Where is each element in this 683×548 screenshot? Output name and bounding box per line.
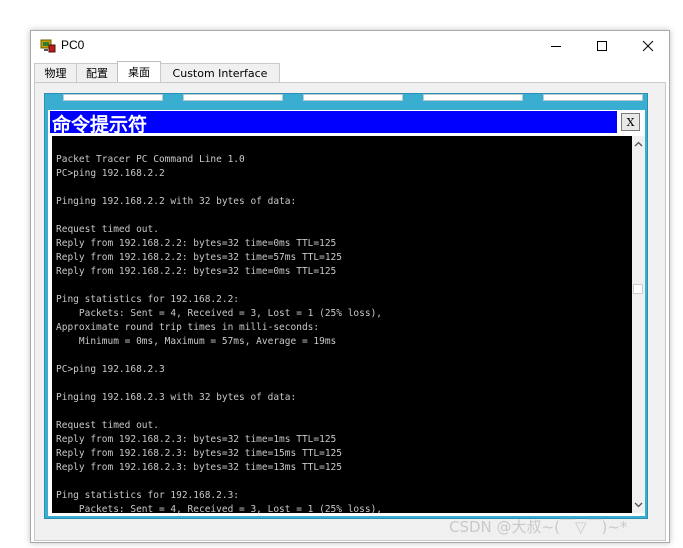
pc0-window: PC0 物理 配置 桌面 Custom Interface 命令提示符 X Pa… [30,30,670,543]
window-title: PC0 [61,38,85,52]
close-button[interactable] [625,31,671,61]
scroll-track[interactable] [632,152,645,497]
desktop-app-icon[interactable] [543,94,643,101]
tab-config[interactable]: 配置 [76,63,118,82]
desktop-app-icon[interactable] [423,94,523,101]
terminal-text: Packet Tracer PC Command Line 1.0 PC>pin… [56,154,383,513]
window-titlebar[interactable]: PC0 [31,31,669,61]
desktop-app-icon[interactable] [303,94,403,101]
scroll-up-button[interactable] [632,136,645,152]
desktop-app-icon[interactable] [63,94,163,101]
close-icon [642,40,654,52]
packet-tracer-pc-icon [40,38,56,54]
scroll-down-button[interactable] [632,497,645,513]
desktop-app-icon[interactable] [183,94,283,101]
maximize-button[interactable] [579,31,625,61]
chevron-up-icon [634,141,643,147]
tab-desktop[interactable]: 桌面 [117,61,161,82]
command-prompt-window: 命令提示符 X Packet Tracer PC Command Line 1.… [48,110,645,516]
maximize-icon [597,41,607,51]
tab-strip: 物理 配置 桌面 Custom Interface [34,61,280,83]
command-prompt-close-button[interactable]: X [621,113,640,131]
minimize-button[interactable] [533,31,579,61]
tab-custom-interface[interactable]: Custom Interface [160,63,280,82]
terminal-scrollbar[interactable] [632,136,645,513]
minimize-icon [551,46,561,47]
csdn-watermark: CSDN @大叔~(￣▽￣)~* [449,518,628,536]
scroll-thumb[interactable] [633,284,643,294]
command-prompt-titlebar[interactable]: 命令提示符 [50,111,617,136]
tab-physical[interactable]: 物理 [34,63,77,82]
terminal-output[interactable]: Packet Tracer PC Command Line 1.0 PC>pin… [52,136,632,513]
chevron-down-icon [634,502,643,508]
command-prompt-title: 命令提示符 [52,114,148,136]
